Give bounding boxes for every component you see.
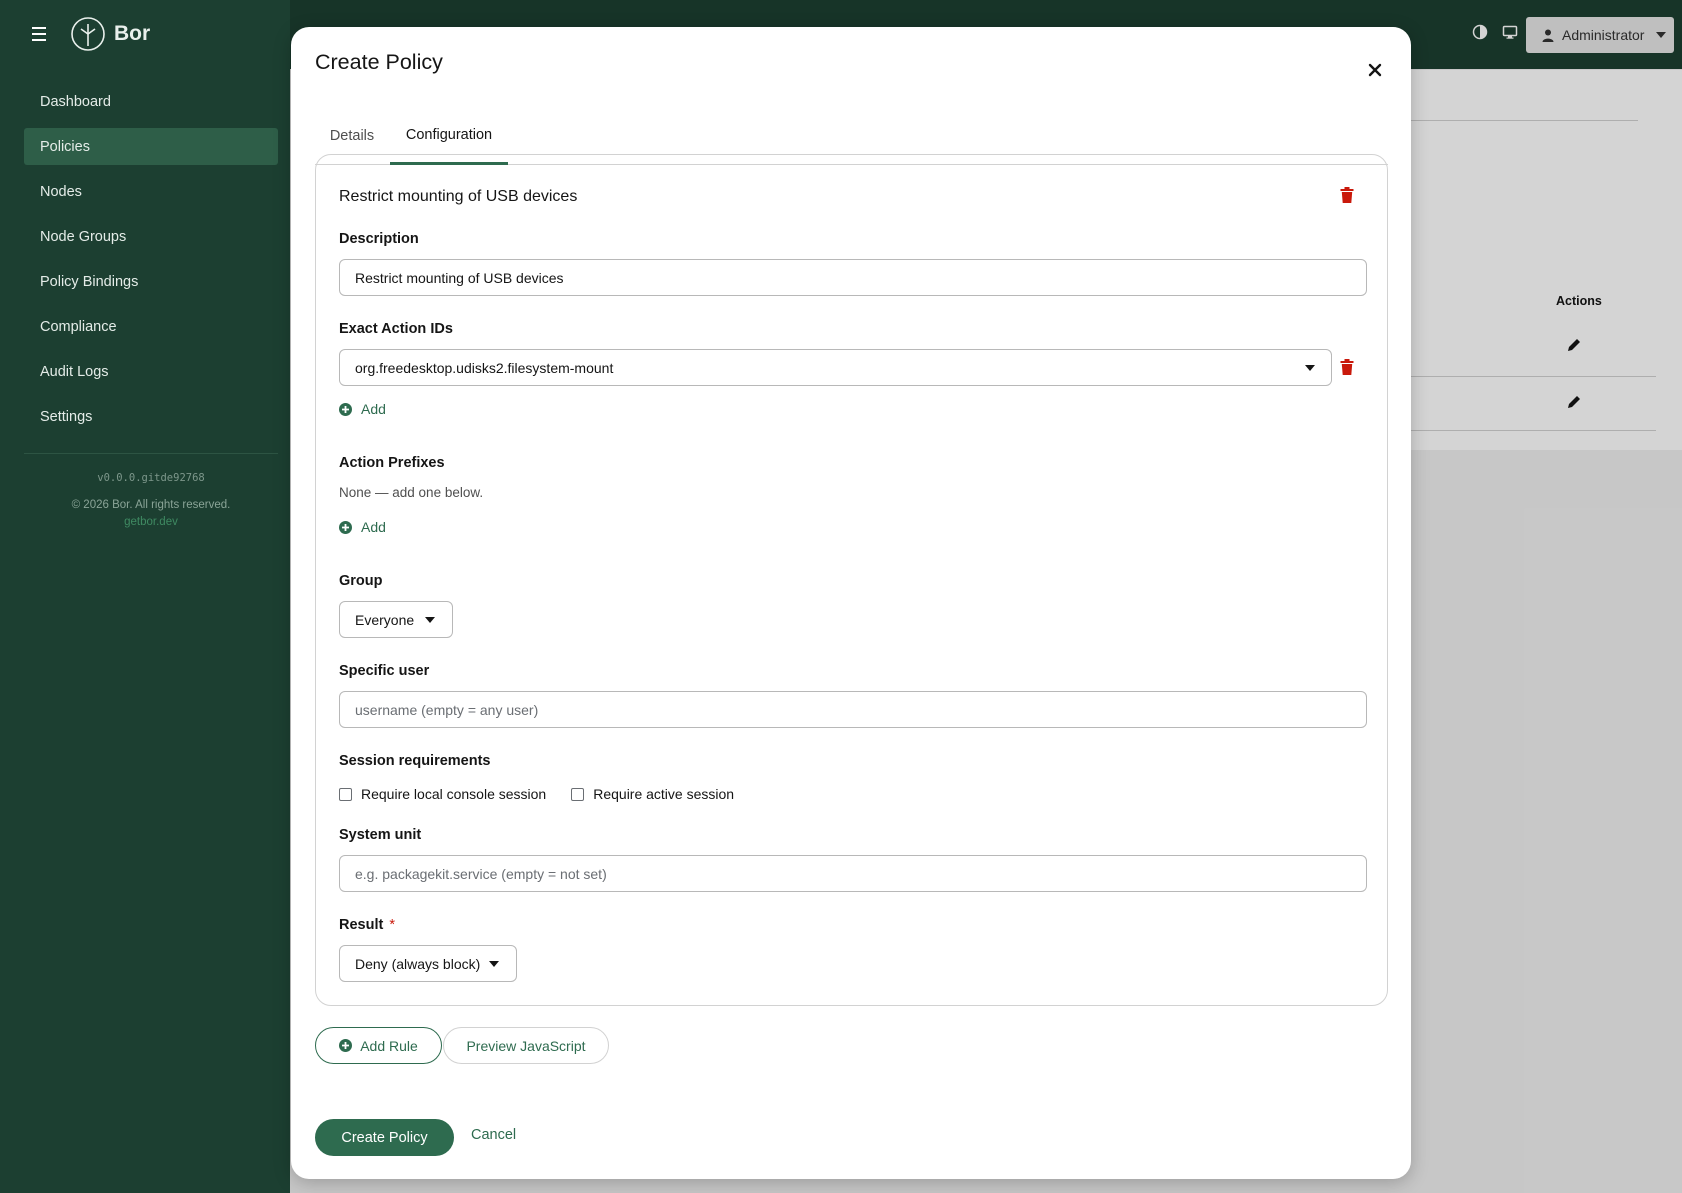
caret-down-icon xyxy=(1305,365,1315,371)
sidebar: Bor Dashboard Policies Nodes Node Groups… xyxy=(0,0,290,1193)
require-local-console-checkbox[interactable] xyxy=(339,787,352,801)
preview-javascript-button[interactable]: Preview JavaScript xyxy=(443,1027,609,1064)
add-rule-label: Add Rule xyxy=(360,1037,418,1054)
sidebar-item-policies[interactable]: Policies xyxy=(24,128,278,165)
website-link[interactable]: getbor.dev xyxy=(0,516,302,528)
sidebar-item-nodes[interactable]: Nodes xyxy=(24,173,278,210)
description-input[interactable]: Restrict mounting of USB devices xyxy=(339,259,1367,296)
sidebar-item-settings[interactable]: Settings xyxy=(24,398,278,435)
sidebar-divider xyxy=(24,453,278,454)
delete-action-id-trash-icon[interactable] xyxy=(1340,359,1354,375)
rule-title: Restrict mounting of USB devices xyxy=(339,188,578,205)
required-marker: * xyxy=(389,917,395,933)
cancel-button[interactable]: Cancel xyxy=(471,1127,516,1143)
result-label-text: Result xyxy=(339,917,384,933)
sidebar-nav: Dashboard Policies Nodes Node Groups Pol… xyxy=(24,83,278,443)
exact-action-id-value: org.freedesktop.udisks2.filesystem-mount xyxy=(355,359,614,376)
caret-down-icon xyxy=(425,617,435,623)
specific-user-input[interactable]: username (empty = any user) xyxy=(339,691,1367,728)
session-requirements-label: Session requirements xyxy=(339,753,491,769)
version-label: v0.0.0.gitde92768 xyxy=(97,472,205,484)
bor-logo-icon xyxy=(71,17,105,51)
create-policy-button[interactable]: Create Policy xyxy=(315,1119,454,1156)
create-policy-modal: Create Policy Details Configuration Rest… xyxy=(291,27,1411,1179)
system-unit-label: System unit xyxy=(339,827,422,843)
add-action-id-button[interactable]: Add xyxy=(339,401,386,417)
result-dropdown[interactable]: Deny (always block) xyxy=(339,945,517,982)
plus-circle-icon xyxy=(339,1039,353,1052)
hamburger-menu-icon[interactable] xyxy=(28,23,50,45)
specific-user-label: Specific user xyxy=(339,663,430,679)
group-label: Group xyxy=(339,573,383,589)
action-prefixes-helper: None — add one below. xyxy=(339,485,484,500)
system-unit-input[interactable]: e.g. packagekit.service (empty = not set… xyxy=(339,855,1367,892)
add-label: Add xyxy=(361,401,386,417)
exact-action-id-select[interactable]: org.freedesktop.udisks2.filesystem-mount xyxy=(339,349,1332,386)
session-checkboxes: Require local console session Require ac… xyxy=(339,786,759,802)
action-prefixes-label: Action Prefixes xyxy=(339,455,445,471)
add-label: Add xyxy=(361,519,386,535)
sidebar-item-dashboard[interactable]: Dashboard xyxy=(24,83,278,120)
result-label: Result * xyxy=(339,917,395,933)
sidebar-item-compliance[interactable]: Compliance xyxy=(24,308,278,345)
description-label: Description xyxy=(339,231,419,247)
brand: Bor xyxy=(28,16,150,52)
plus-circle-icon xyxy=(339,520,352,534)
add-rule-button[interactable]: Add Rule xyxy=(315,1027,442,1064)
sidebar-item-policy-bindings[interactable]: Policy Bindings xyxy=(24,263,278,300)
require-local-console-label[interactable]: Require local console session xyxy=(361,786,546,802)
app-name: Bor xyxy=(114,22,151,45)
sidebar-item-node-groups[interactable]: Node Groups xyxy=(24,218,278,255)
plus-circle-icon xyxy=(339,402,352,416)
modal-title: Create Policy xyxy=(315,50,443,74)
close-icon[interactable] xyxy=(1367,62,1383,78)
sidebar-item-audit-logs[interactable]: Audit Logs xyxy=(24,353,278,390)
result-value: Deny (always block) xyxy=(355,955,481,972)
delete-rule-trash-icon[interactable] xyxy=(1340,187,1354,203)
rule-card: Restrict mounting of USB devices Descrip… xyxy=(315,154,1388,1006)
exact-action-ids-label: Exact Action IDs xyxy=(339,321,453,337)
group-value: Everyone xyxy=(355,611,415,628)
caret-down-icon xyxy=(489,961,499,967)
copyright-text: © 2026 Bor. All rights reserved. xyxy=(71,499,231,511)
group-dropdown[interactable]: Everyone xyxy=(339,601,453,638)
add-action-prefix-button[interactable]: Add xyxy=(339,519,386,535)
require-active-session-label[interactable]: Require active session xyxy=(593,786,734,802)
require-active-session-checkbox[interactable] xyxy=(571,787,585,801)
